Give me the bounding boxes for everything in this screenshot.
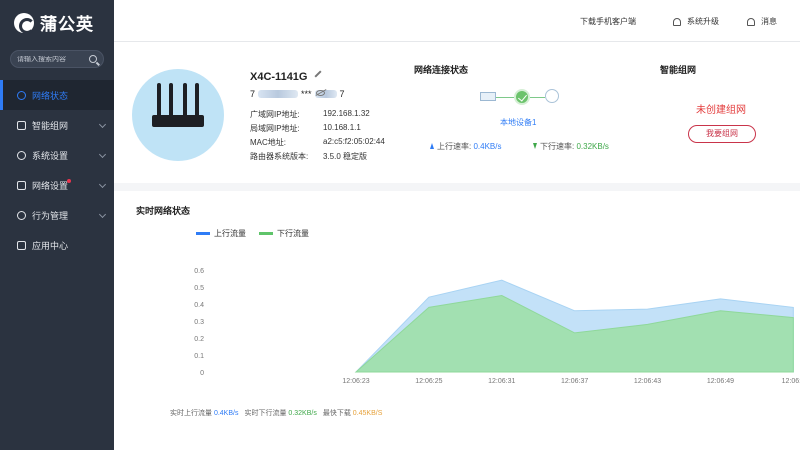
sidebar-item-label: 网络状态 xyxy=(32,90,69,101)
y-tick-label: 0.3 xyxy=(194,319,204,326)
messages-link[interactable]: 消息 xyxy=(747,16,777,27)
upgrade-icon xyxy=(673,17,681,26)
sidebar-item-behavior-management[interactable]: 行为管理 xyxy=(0,200,114,230)
notification-dot xyxy=(67,179,71,183)
y-tick-label: 0.1 xyxy=(194,353,204,360)
app-logo[interactable]: 蒲公英 xyxy=(14,10,94,35)
realtime-download-stat: 实时下行流量 0.32KB/s xyxy=(244,408,316,418)
sidebar-item-smart-networking[interactable]: 智能组网 xyxy=(0,110,114,140)
traffic-chart: 0 0.1 0.2 0.3 0.4 0.5 0.6 12:06:23 12:06:25 12:06… xyxy=(194,268,800,385)
y-tick-label: 0.4 xyxy=(194,302,204,309)
top-bar: 下载手机客户端 系统升级 消息 xyxy=(114,0,800,42)
y-tick-label: 0.6 xyxy=(194,268,204,275)
x-tick-label: 12:06:49 xyxy=(707,378,734,385)
traffic-summary: 实时上行流量 0.4KB/s 实时下行流量 0.32KB/s 最快下载 0.45… xyxy=(170,408,382,418)
sidebar-item-label: 智能组网 xyxy=(32,120,69,131)
chevron-down-icon xyxy=(98,120,107,129)
sidebar: 蒲公英 网络状态 智能组网 系统设置 网络设置 行为管理 xyxy=(0,0,114,450)
stat-label: 实时下行流量 xyxy=(244,410,287,417)
search-icon[interactable] xyxy=(89,55,97,63)
pulse-icon xyxy=(17,90,26,100)
stat-value: 0.45KB/S xyxy=(352,410,383,417)
chevron-down-icon xyxy=(98,180,107,189)
x-tick-label: 12:06:37 xyxy=(561,378,588,385)
sidebar-item-label: 行为管理 xyxy=(32,210,69,221)
sidebar-item-label: 应用中心 xyxy=(32,240,69,251)
chevron-down-icon xyxy=(98,210,107,219)
y-tick-label: 0 xyxy=(200,370,204,377)
sidebar-item-label: 系统设置 xyxy=(32,150,69,161)
y-tick-label: 0.2 xyxy=(194,336,204,343)
chevron-down-icon xyxy=(98,150,107,159)
bell-icon xyxy=(747,17,755,26)
sidebar-item-system-settings[interactable]: 系统设置 xyxy=(0,140,114,170)
gear-icon xyxy=(17,150,26,160)
document-icon xyxy=(17,180,26,190)
system-upgrade-label: 系统升级 xyxy=(687,17,719,26)
stat-label: 实时上行流量 xyxy=(170,410,212,417)
stat-label: 最快下载 xyxy=(322,410,351,417)
search-input[interactable] xyxy=(17,55,89,63)
download-client-link[interactable]: 下载手机客户端 xyxy=(580,16,636,27)
cube-icon xyxy=(17,240,26,250)
y-tick-label: 0.5 xyxy=(194,285,204,292)
x-tick-label: 12:06:5 xyxy=(782,378,800,385)
stat-value: 0.32KB/s xyxy=(288,410,317,417)
sidebar-nav: 网络状态 智能组网 系统设置 网络设置 行为管理 应用中心 xyxy=(0,80,114,260)
sidebar-item-app-center[interactable]: 应用中心 xyxy=(0,230,114,260)
x-tick-label: 12:06:31 xyxy=(488,378,515,385)
app-name: 蒲公英 xyxy=(40,15,94,34)
sidebar-item-network-settings[interactable]: 网络设置 xyxy=(0,170,114,200)
realtime-upload-stat: 实时上行流量 0.4KB/s xyxy=(170,408,238,418)
sidebar-item-network-status[interactable]: 网络状态 xyxy=(0,80,114,110)
stat-value: 0.4KB/s xyxy=(213,410,239,417)
x-tick-label: 12:06:23 xyxy=(342,378,369,385)
system-upgrade-link[interactable]: 系统升级 xyxy=(673,16,719,27)
main-content: X4C-1141G 7 *** 7 广域网IP地址: 192.168.1.32 … xyxy=(114,42,800,450)
x-tick-label: 12:06:25 xyxy=(415,378,442,385)
messages-label: 消息 xyxy=(761,17,777,26)
people-icon xyxy=(17,210,26,220)
dandelion-logo-icon xyxy=(14,12,35,34)
peak-download-stat: 最快下载 0.45KB/S xyxy=(323,408,383,418)
x-tick-label: 12:06:43 xyxy=(634,378,661,385)
network-icon xyxy=(17,120,26,130)
search-box[interactable] xyxy=(10,50,104,68)
sidebar-item-label: 网络设置 xyxy=(32,180,69,191)
